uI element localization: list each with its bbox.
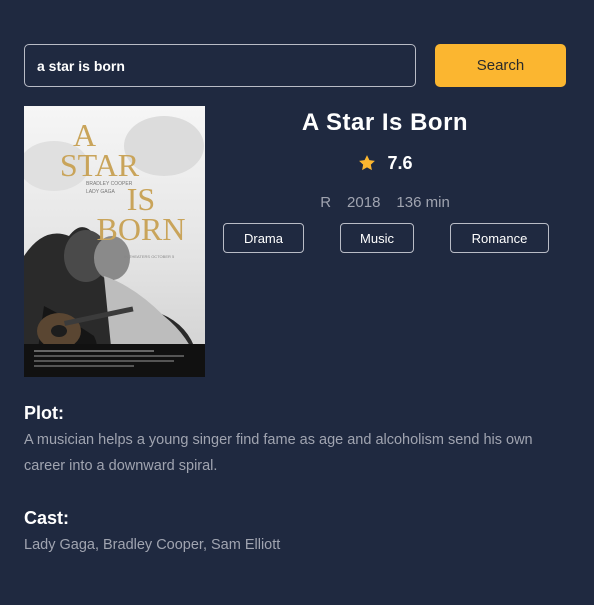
movie-meta: R 2018 136 min — [205, 194, 565, 211]
genre-tag-romance[interactable]: Romance — [450, 223, 549, 253]
runtime-label: 136 min — [396, 194, 450, 211]
poster-title-lower: IS BORN — [96, 181, 186, 247]
genre-tag-drama[interactable]: Drama — [223, 223, 304, 253]
star-icon — [359, 155, 376, 171]
movie-poster: A STAR BRADLEY COOPER LADY GAGA IS BORN … — [24, 106, 205, 377]
search-button[interactable]: Search — [435, 44, 566, 87]
search-input[interactable] — [24, 44, 416, 87]
movie-search-app: Search — [0, 0, 594, 605]
genre-tag-music[interactable]: Music — [340, 223, 414, 253]
plot-heading: Plot: — [24, 403, 64, 423]
poster-tagline: IN THEATERS OCTOBER 5 — [124, 254, 175, 259]
plot-text: A musician helps a young singer find fam… — [24, 432, 533, 474]
rating-row: 7.6 — [205, 151, 565, 175]
cast-heading: Cast: — [24, 508, 70, 528]
movie-title: A Star Is Born — [301, 109, 469, 136]
rating-value: 7.6 — [387, 152, 413, 173]
cast-text: Lady Gaga, Bradley Cooper, Sam Elliott — [24, 537, 281, 553]
rated-label: R — [320, 194, 332, 211]
year-label: 2018 — [347, 194, 381, 211]
